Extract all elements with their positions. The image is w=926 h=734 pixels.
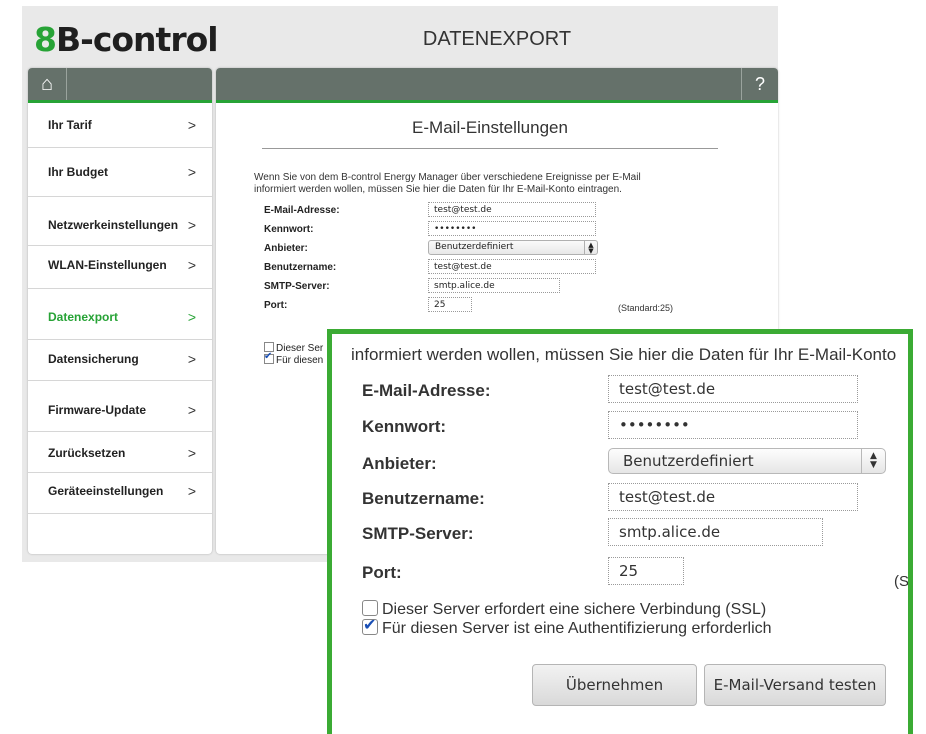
chevron-right-icon: >	[187, 351, 196, 367]
smtp-label: SMTP-Server:	[362, 524, 474, 543]
test-email-button[interactable]: E-Mail-Versand testen	[704, 664, 886, 706]
chevron-right-icon: >	[187, 257, 196, 273]
provider-label: Anbieter:	[362, 454, 437, 473]
chevron-right-icon: >	[187, 164, 196, 180]
smtp-label: SMTP-Server:	[264, 281, 330, 292]
chevron-right-icon: >	[187, 309, 196, 325]
sidebar-item-label: Zurücksetzen	[48, 446, 126, 460]
password-field[interactable]: ••••••••	[608, 411, 858, 439]
username-label: Benutzername:	[264, 262, 337, 273]
username-label: Benutzername:	[362, 489, 485, 508]
sidebar-item-label: WLAN-Einstellungen	[48, 258, 167, 272]
auth-checkbox[interactable]	[264, 351, 274, 364]
port-label: Port:	[264, 300, 288, 311]
select-arrows-icon: ▲ ▼	[861, 449, 885, 473]
sidebar-toolbar: ⌂	[28, 68, 212, 103]
port-field[interactable]: 25	[608, 557, 684, 585]
ssl-checkbox-label: Dieser Server erfordert eine sichere Ver…	[382, 601, 767, 618]
provider-select-value: Benutzerdefiniert	[435, 242, 514, 252]
email-settings-form: E-Mail-Adresse: test@test.de Kennwort: •••…	[264, 202, 764, 316]
ssl-option[interactable]: Dieser Server erfordert eine sichere Ver…	[362, 600, 766, 619]
ssl-checkbox[interactable]	[362, 600, 378, 616]
sidebar-item-label: Firmware-Update	[48, 403, 147, 417]
provider-select-value: Benutzerdefiniert	[623, 452, 754, 470]
port-label: Port:	[362, 563, 402, 582]
chevron-right-icon: >	[187, 217, 196, 233]
sidebar-item-label: Netzwerkeinstellungen	[48, 218, 179, 232]
b-control-logo: 8B-control	[34, 20, 219, 59]
sidebar-item-label: Datensicherung	[48, 352, 139, 366]
email-field[interactable]: test@test.de	[608, 375, 858, 403]
smtp-field[interactable]: smtp.alice.de	[428, 278, 560, 293]
provider-select[interactable]: Benutzerdefiniert ▲ ▼	[608, 448, 886, 474]
sidebar-item-label: Ihr Tarif	[48, 118, 92, 132]
sidebar-item-firmware-update[interactable]: Firmware-Update >	[28, 381, 212, 432]
sidebar-item-netzwerkeinstellungen[interactable]: Netzwerkeinstellungen >	[28, 197, 212, 246]
sidebar-item-datenexport[interactable]: Datenexport >	[28, 289, 212, 340]
chevron-right-icon: >	[187, 445, 196, 461]
sidebar-item-zuruecksetzen[interactable]: Zurücksetzen >	[28, 432, 212, 473]
port-field[interactable]: 25	[428, 297, 472, 312]
intro-line: Wenn Sie von dem B-control Energy Manage…	[254, 172, 641, 183]
section-title: E-Mail-Einstellungen	[262, 118, 718, 149]
intro-line: informiert werden wollen, müssen Sie hie…	[254, 184, 622, 195]
home-icon[interactable]: ⌂	[28, 68, 67, 100]
help-button[interactable]: ?	[741, 68, 778, 100]
chevron-right-icon: >	[187, 117, 196, 133]
password-label: Kennwort:	[362, 417, 447, 436]
auth-checkbox[interactable]	[362, 615, 378, 635]
email-field[interactable]: test@test.de	[428, 202, 596, 217]
password-field[interactable]: ••••••••	[428, 221, 596, 236]
sidebar-item-ihr-tarif[interactable]: Ihr Tarif >	[28, 103, 212, 148]
provider-label: Anbieter:	[264, 243, 308, 254]
smtp-field[interactable]: smtp.alice.de	[608, 518, 823, 546]
sidebar-item-geraeteeinstellungen[interactable]: Geräteeinstellungen >	[28, 473, 212, 514]
sidebar-item-ihr-budget[interactable]: Ihr Budget >	[28, 148, 212, 197]
port-standard-hint: (Standard:25)	[618, 303, 674, 313]
email-label: E-Mail-Adresse:	[362, 381, 491, 400]
username-field[interactable]: test@test.de	[428, 259, 596, 274]
page-title: DATENEXPORT	[422, 28, 572, 50]
sidebar-item-datensicherung[interactable]: Datensicherung >	[28, 340, 212, 381]
email-label: E-Mail-Adresse:	[264, 205, 340, 216]
port-standard-hint: (S	[894, 573, 909, 590]
auth-checkbox-label: Für diesen	[276, 355, 324, 366]
select-arrows-icon: ▲ ▼	[584, 241, 597, 255]
auth-option[interactable]: Für diesen Server ist eine Authentifizie…	[362, 615, 772, 638]
zoom-callout: informiert werden wollen, müssen Sie hie…	[327, 329, 913, 734]
content-toolbar: ?	[216, 68, 778, 103]
sidebar: ⌂ Ihr Tarif > Ihr Budget > Netzwerkeinstel…	[28, 68, 212, 554]
apply-button[interactable]: Übernehmen	[532, 664, 697, 706]
sidebar-item-wlan-einstellungen[interactable]: WLAN-Einstellungen >	[28, 246, 212, 289]
username-field[interactable]: test@test.de	[608, 483, 858, 511]
ssl-checkbox-label: Dieser Ser	[276, 343, 324, 354]
zoom-intro-text: informiert werden wollen, müssen Sie hie…	[351, 345, 897, 364]
checkbox-group: Dieser Ser Für diesen	[264, 342, 323, 366]
auth-checkbox-label: Für diesen Server ist eine Authentifizie…	[382, 620, 772, 637]
sidebar-item-label: Datenexport	[48, 310, 119, 324]
provider-select[interactable]: Benutzerdefiniert ▲ ▼	[428, 240, 598, 255]
intro-text: Wenn Sie von dem B-control Energy Manage…	[254, 172, 734, 196]
password-label: Kennwort:	[264, 224, 314, 235]
chevron-right-icon: >	[187, 402, 196, 418]
sidebar-item-label: Ihr Budget	[48, 165, 108, 179]
chevron-right-icon: >	[187, 483, 196, 499]
sidebar-item-label: Geräteeinstellungen	[48, 484, 164, 498]
